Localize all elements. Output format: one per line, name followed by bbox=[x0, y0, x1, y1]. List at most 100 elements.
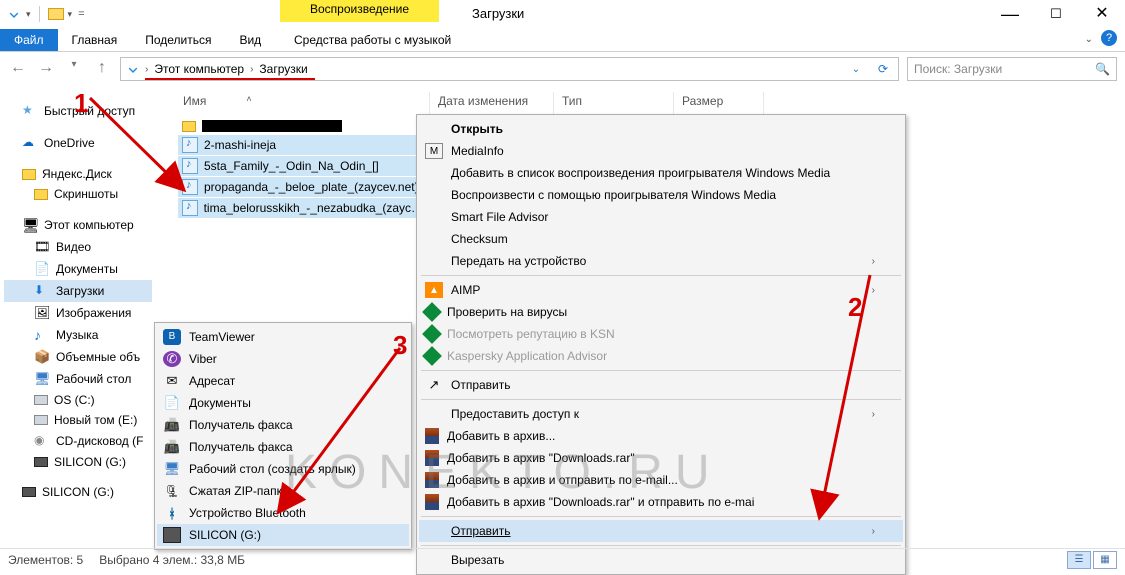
tree-item[interactable]: Объемные объ bbox=[4, 346, 152, 368]
tree-item[interactable]: Документы bbox=[4, 258, 152, 280]
menu-item[interactable]: Добавить в архив "Downloads.rar" bbox=[419, 447, 903, 469]
menu-item[interactable]: Отправить bbox=[419, 374, 903, 396]
maximize-button[interactable]: ☐ bbox=[1033, 0, 1079, 28]
tab-share[interactable]: Поделиться bbox=[131, 29, 225, 51]
tree-item[interactable]: Яндекс.Диск bbox=[4, 164, 152, 184]
menu-item[interactable]: Smart File Advisor bbox=[419, 206, 903, 228]
file-row[interactable]: tima_belorusskikh_-_nezabudka_(zaycev... bbox=[178, 198, 430, 218]
tree-item-label: Объемные объ bbox=[56, 350, 140, 364]
breadcrumb-item[interactable]: Загрузки bbox=[257, 62, 309, 76]
menu-item[interactable]: Предоставить доступ к› bbox=[419, 403, 903, 425]
close-button[interactable]: ✕ bbox=[1079, 0, 1125, 28]
nav-history-caret-icon[interactable]: ▾ bbox=[64, 59, 84, 79]
menu-item[interactable]: Добавить в архив "Downloads.rar" и отпра… bbox=[419, 491, 903, 513]
menu-item-label: Получатель факса bbox=[189, 418, 293, 432]
menu-item[interactable]: Рабочий стол (создать ярлык) bbox=[157, 458, 409, 480]
menu-item-label: Воспроизвести с помощью проигрывателя Wi… bbox=[451, 188, 776, 202]
menu-item[interactable]: Сжатая ZIP-папка bbox=[157, 480, 409, 502]
folder-icon bbox=[48, 8, 64, 20]
audio-file-icon bbox=[182, 158, 198, 174]
pc-icon bbox=[22, 217, 38, 233]
breadcrumb-item[interactable]: Этот компьютер bbox=[152, 62, 246, 76]
menu-item[interactable]: Воспроизвести с помощью проигрывателя Wi… bbox=[419, 184, 903, 206]
tree-item[interactable]: Быстрый доступ bbox=[4, 100, 152, 122]
file-row[interactable]: 5sta_Family_-_Odin_Na_Odin_[] bbox=[178, 156, 430, 176]
file-row[interactable] bbox=[178, 118, 430, 134]
file-row[interactable]: 2-mashi-ineja bbox=[178, 135, 430, 155]
tab-home[interactable]: Главная bbox=[58, 29, 132, 51]
tab-file[interactable]: Файл bbox=[0, 29, 58, 51]
chevron-right-icon[interactable]: › bbox=[145, 64, 148, 75]
menu-item[interactable]: Документы bbox=[157, 392, 409, 414]
view-details-button[interactable]: ☰ bbox=[1067, 551, 1091, 569]
history-caret-icon[interactable]: ⌄ bbox=[844, 64, 868, 75]
menu-item[interactable]: BTeamViewer bbox=[157, 326, 409, 348]
menu-item-label: Предоставить доступ к bbox=[451, 407, 579, 421]
menu-item[interactable]: SILICON (G:) bbox=[157, 524, 409, 546]
tree-item[interactable]: Этот компьютер bbox=[4, 214, 152, 236]
tree-item[interactable]: Новый том (E:) bbox=[4, 410, 152, 430]
tree-item[interactable]: Изображения bbox=[4, 302, 152, 324]
menu-item[interactable]: M MediaInfo bbox=[419, 140, 903, 162]
tree-item[interactable]: SILICON (G:) bbox=[4, 452, 152, 472]
menu-item[interactable]: ✆Viber bbox=[157, 348, 409, 370]
mi-icon: M bbox=[425, 143, 443, 159]
chevron-right-icon[interactable]: › bbox=[250, 64, 253, 75]
nav-up-button[interactable]: ↑ bbox=[92, 59, 112, 79]
menu-item[interactable]: Передать на устройство› bbox=[419, 250, 903, 272]
minimize-button[interactable]: — bbox=[987, 0, 1033, 28]
col-type[interactable]: Тип bbox=[554, 92, 674, 114]
ribbon-collapse-icon[interactable]: ⌄ bbox=[1085, 34, 1093, 45]
mail-icon bbox=[163, 373, 181, 389]
search-icon[interactable]: 🔍 bbox=[1095, 62, 1110, 76]
search-input[interactable]: Поиск: Загрузки 🔍 bbox=[907, 57, 1117, 81]
ribbon-context-tab[interactable]: Воспроизведение bbox=[280, 0, 439, 22]
tree-item[interactable]: Музыка bbox=[4, 324, 152, 346]
tree-item[interactable]: Видео bbox=[4, 236, 152, 258]
file-row[interactable]: propaganda_-_beloe_plate_(zaycev.net) bbox=[178, 177, 430, 197]
col-name[interactable]: Имя˄ bbox=[175, 92, 430, 114]
menu-item[interactable]: Открыть bbox=[419, 118, 903, 140]
tree-item[interactable]: OneDrive bbox=[4, 132, 152, 154]
viber-icon: ✆ bbox=[163, 351, 181, 367]
tree-item[interactable]: Рабочий стол bbox=[4, 368, 152, 390]
refresh-icon[interactable]: ⟳ bbox=[872, 62, 894, 76]
menu-item[interactable]: Получатель факса bbox=[157, 436, 409, 458]
blank-icon bbox=[425, 523, 443, 539]
menu-item[interactable]: Устройство Bluetooth bbox=[157, 502, 409, 524]
music-icon bbox=[34, 327, 50, 343]
view-large-button[interactable]: ▦ bbox=[1093, 551, 1117, 569]
nav-back-button[interactable]: ← bbox=[8, 59, 28, 79]
menu-item[interactable]: Добавить в архив и отправить по e-mail..… bbox=[419, 469, 903, 491]
nav-forward-button[interactable]: → bbox=[36, 59, 56, 79]
help-icon[interactable]: ? bbox=[1101, 30, 1117, 46]
down-icon bbox=[34, 283, 50, 299]
tree-item[interactable]: OS (C:) bbox=[4, 390, 152, 410]
menu-item-label: Добавить в список воспроизведения проигр… bbox=[451, 166, 830, 180]
tab-music-tools[interactable]: Средства работы с музыкой bbox=[280, 29, 465, 51]
submenu-arrow-icon: › bbox=[872, 285, 875, 296]
audio-file-icon bbox=[182, 137, 198, 153]
col-date[interactable]: Дата изменения bbox=[430, 92, 554, 114]
menu-item[interactable]: Получатель факса bbox=[157, 414, 409, 436]
tree-item[interactable]: Скриншоты bbox=[4, 184, 152, 204]
tab-view[interactable]: Вид bbox=[225, 29, 275, 51]
tree-item[interactable]: CD-дисковод (F bbox=[4, 430, 152, 452]
menu-item[interactable]: Добавить в список воспроизведения проигр… bbox=[419, 162, 903, 184]
col-size[interactable]: Размер bbox=[674, 92, 764, 114]
menu-item-label: Добавить в архив "Downloads.rar" и отпра… bbox=[447, 495, 754, 509]
menu-item[interactable]: Отправить› bbox=[419, 520, 903, 542]
dropdown-caret-icon[interactable]: ▾ bbox=[26, 9, 31, 20]
tree-item[interactable]: Загрузки bbox=[4, 280, 152, 302]
rar-icon bbox=[425, 494, 439, 510]
pic-icon bbox=[34, 305, 50, 321]
menu-item[interactable]: Проверить на вирусы bbox=[419, 301, 903, 323]
tree-item[interactable]: SILICON (G:) bbox=[4, 482, 152, 502]
menu-item-label: MediaInfo bbox=[451, 144, 504, 158]
tree-item-label: Скриншоты bbox=[54, 187, 118, 201]
menu-item[interactable]: Checksum bbox=[419, 228, 903, 250]
dropdown-caret-icon[interactable]: ▾ bbox=[68, 9, 73, 20]
menu-item[interactable]: Добавить в архив... bbox=[419, 425, 903, 447]
menu-item[interactable]: ▲AIMP› bbox=[419, 279, 903, 301]
menu-item[interactable]: Адресат bbox=[157, 370, 409, 392]
